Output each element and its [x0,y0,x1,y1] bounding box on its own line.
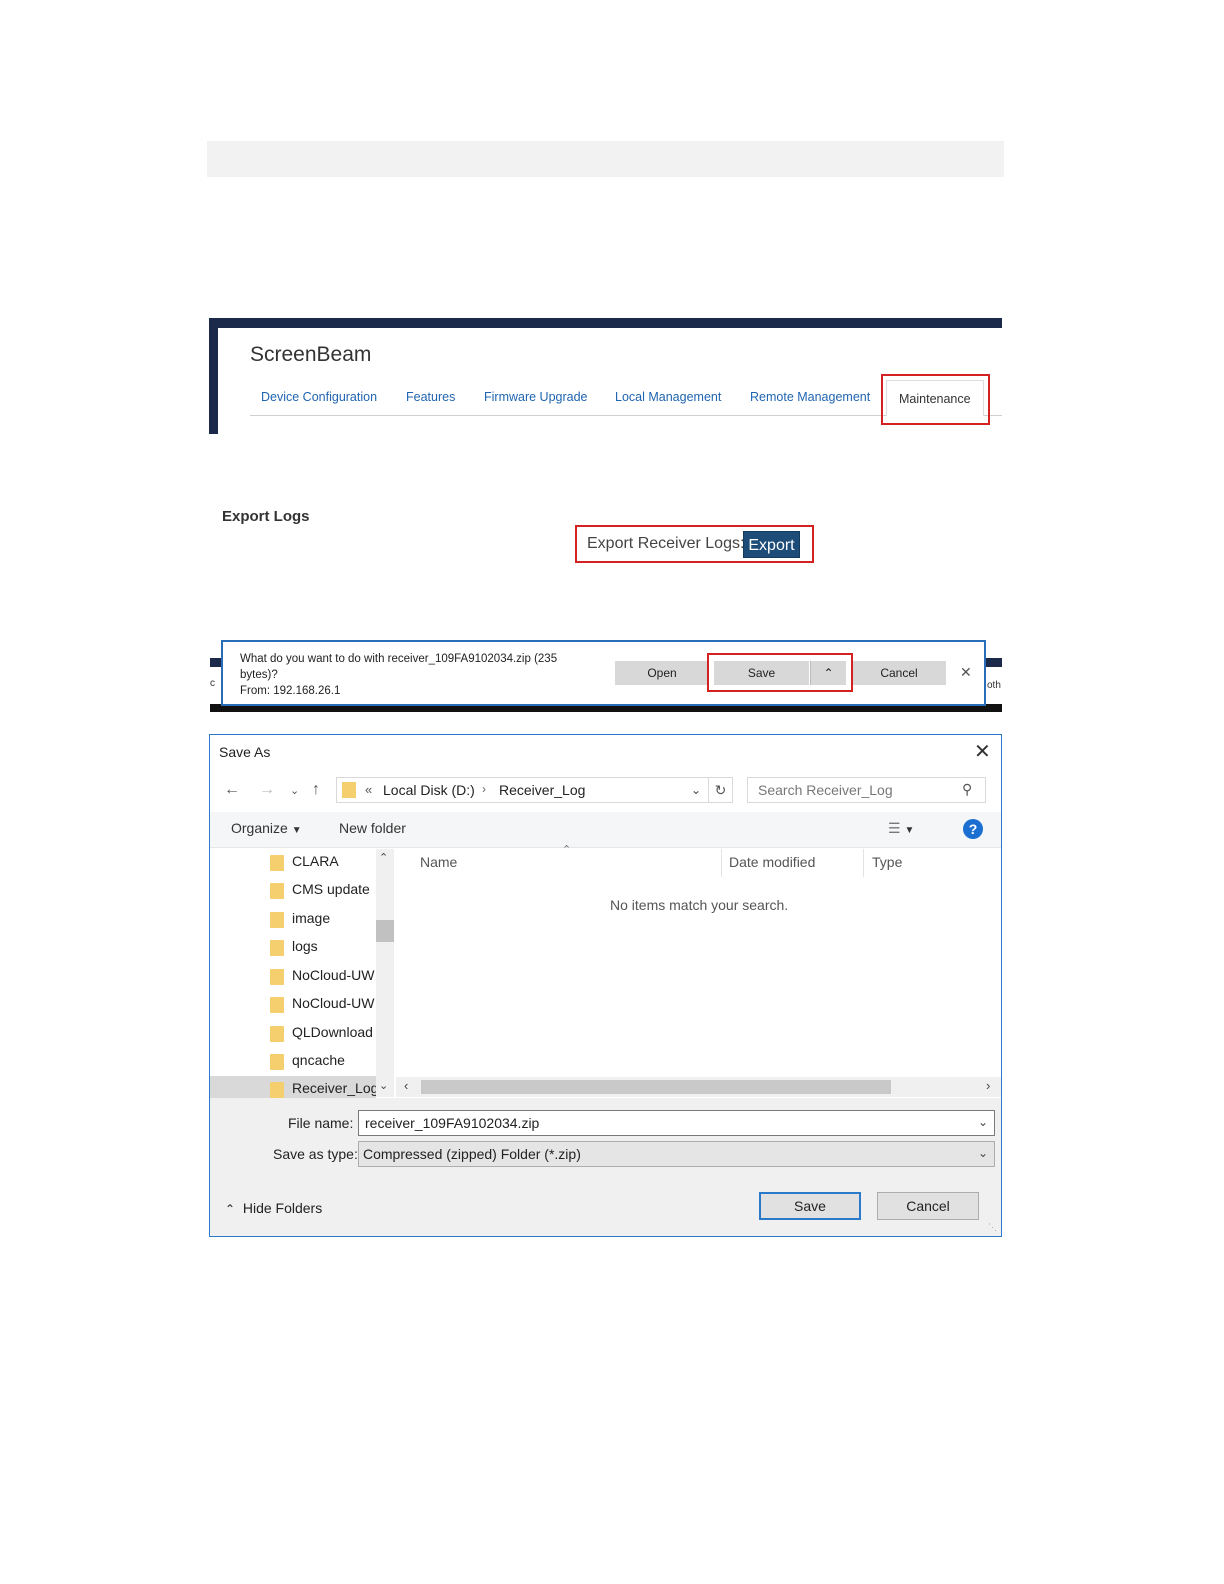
dialog-title: Save As [219,744,271,760]
breadcrumb-folder[interactable]: Receiver_Log [499,782,585,798]
navigation-tree: CLARA CMS update image logs NoCloud-UW N… [210,849,394,1099]
tree-item-clara[interactable]: CLARA [210,849,376,877]
file-name-label: File name: [288,1115,354,1131]
resize-grip-icon[interactable]: ⋱ [988,1222,997,1233]
folder-icon [270,912,284,928]
folder-icon [270,1026,284,1042]
tab-features[interactable]: Features [406,390,455,404]
close-icon[interactable]: ✕ [960,664,972,681]
recent-locations-chevron-icon[interactable]: ⌄ [290,784,299,797]
sort-ascending-icon: ⌃ [562,844,572,856]
file-name-dropdown-icon[interactable]: ⌄ [978,1115,988,1129]
page-header-bar [207,141,1004,177]
empty-state-message: No items match your search. [610,897,789,913]
tree-item-label: NoCloud-UW [292,967,375,983]
hide-folders-toggle[interactable]: ⌃ Hide Folders [225,1200,322,1216]
tab-firmware-upgrade[interactable]: Firmware Upgrade [484,390,588,404]
tree-scrollbar[interactable] [376,849,394,1097]
hide-folders-label: Hide Folders [242,1200,323,1216]
folder-icon [270,855,284,871]
folder-icon [270,940,284,956]
command-bar [210,812,1001,848]
address-dropdown-icon[interactable]: ⌄ [691,783,701,797]
tree-item-label: QLDownload [292,1024,373,1040]
dialog-cancel-button[interactable]: Cancel [877,1192,979,1220]
tree-item-label: NoCloud-UW [292,995,375,1011]
forward-arrow-icon[interactable]: → [259,781,275,799]
download-source: From: 192.168.26.1 [240,685,341,697]
cancel-button[interactable]: Cancel [852,661,946,685]
download-message-line: What do you want to do with receiver_109… [240,653,558,665]
scroll-up-icon[interactable]: ⌃ [379,851,388,864]
search-placeholder: Search Receiver_Log [758,782,893,798]
chevron-up-icon: ⌃ [225,1202,236,1216]
column-divider[interactable] [863,849,864,877]
scroll-down-icon[interactable]: ⌄ [379,1079,388,1092]
breadcrumb-separator-icon: › [482,782,486,796]
folder-icon [270,969,284,985]
breadcrumb-overflow[interactable]: « [365,782,372,797]
view-options-icon[interactable]: ☰ ▼ [888,820,914,837]
tree-item-image[interactable]: image [210,906,376,934]
up-arrow-icon[interactable]: ↑ [312,781,320,799]
export-highlight [575,525,814,563]
dialog-save-button[interactable]: Save [759,1192,861,1220]
folder-icon [270,883,284,899]
tree-item-cms-update[interactable]: CMS update [210,877,376,905]
download-message: What do you want to do with receiver_109… [240,651,600,699]
maintenance-highlight [881,374,990,425]
column-header-type[interactable]: Type [872,854,902,870]
tree-item-label: CMS update [292,881,370,897]
scroll-right-icon[interactable]: › [986,1078,990,1093]
tree-item-qldownload[interactable]: QLDownload [210,1020,376,1048]
new-folder-button[interactable]: New folder [339,820,406,836]
open-button[interactable]: Open [615,661,709,685]
organize-button[interactable]: Organize ▼ [231,820,302,836]
save-as-type-dropdown-icon[interactable]: ⌄ [978,1146,988,1160]
save-highlight [707,653,853,692]
download-message-line: bytes)? [240,669,278,681]
scroll-left-icon[interactable]: ‹ [404,1078,408,1093]
refresh-icon[interactable]: ↻ [709,777,733,803]
tree-item-label: qncache [292,1052,345,1068]
folder-icon [270,1054,284,1070]
back-arrow-icon[interactable]: ← [224,781,240,799]
address-bar[interactable]: « Local Disk (D:) › Receiver_Log ⌄ [336,777,709,803]
save-as-type-label: Save as type: [273,1146,358,1162]
folder-icon [270,1082,284,1098]
search-input[interactable]: Search Receiver_Log ⚲ [747,777,986,803]
column-header-date-modified[interactable]: Date modified [729,854,815,870]
tree-item-nocloud-2[interactable]: NoCloud-UW [210,991,376,1019]
file-name-input[interactable]: receiver_109FA9102034.zip [358,1110,995,1136]
column-divider[interactable] [721,849,722,877]
horizontal-scrollbar-thumb[interactable] [421,1080,891,1094]
tree-item-label: image [292,910,331,926]
save-as-type-select[interactable]: Compressed (zipped) Folder (*.zip) [358,1141,995,1167]
column-header-name[interactable]: Name [420,854,457,870]
tab-device-configuration[interactable]: Device Configuration [261,390,377,404]
caret-down-icon: ▼ [291,825,302,836]
tab-local-management[interactable]: Local Management [615,390,721,404]
tree-item-label: Receiver_Log [292,1080,376,1096]
folder-icon [270,997,284,1013]
tree-item-label: logs [292,938,318,954]
help-icon[interactable]: ? [963,819,983,839]
section-heading: Export Logs [222,508,310,525]
app-title: ScreenBeam [250,343,372,366]
tree-item-label: CLARA [292,853,339,869]
tree-item-receiver-log[interactable]: Receiver_Log [210,1076,376,1099]
organize-label: Organize [231,820,288,836]
tree-item-qncache[interactable]: qncache [210,1048,376,1076]
tree-item-logs[interactable]: logs [210,934,376,962]
background-text-left: c [210,678,215,689]
breadcrumb-disk[interactable]: Local Disk (D:) [383,782,475,798]
folder-icon [342,782,356,798]
tab-remote-management[interactable]: Remote Management [750,390,870,404]
tree-item-nocloud-1[interactable]: NoCloud-UW [210,963,376,991]
close-icon[interactable]: ✕ [974,739,991,764]
background-text-right: oth [987,680,1001,691]
search-icon: ⚲ [962,781,973,797]
tree-scrollbar-thumb[interactable] [376,920,394,942]
